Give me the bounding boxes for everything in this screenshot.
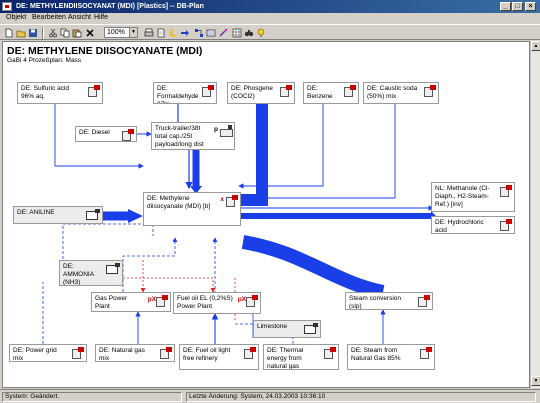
- process-icon: [324, 347, 336, 359]
- flow-steam-to-mdi: [241, 235, 385, 299]
- process-diesel[interactable]: DE: Diesel: [75, 126, 137, 142]
- process-sulfuric-acid[interactable]: DE: Sulfuric acid 96% aq.: [17, 82, 103, 104]
- process-icon: [226, 195, 238, 207]
- wand-icon[interactable]: [218, 28, 228, 38]
- maximize-button[interactable]: □: [512, 2, 523, 11]
- menu-hilfe[interactable]: Hilfe: [94, 14, 108, 21]
- status-message: System: Geändert.: [2, 392, 182, 402]
- menu-ansicht[interactable]: Ansicht: [68, 14, 91, 21]
- process-flags: x: [220, 196, 224, 203]
- delete-icon[interactable]: [85, 28, 95, 38]
- zoom-value: 100%: [107, 29, 125, 36]
- plan-canvas[interactable]: DE: METHYLENE DIISOCYANATE (MDI) GaBi 4 …: [2, 41, 530, 388]
- save-icon[interactable]: [28, 28, 38, 38]
- paste-icon[interactable]: [72, 28, 82, 38]
- process-icon: [424, 85, 436, 97]
- link-red-2: [123, 277, 216, 293]
- scroll-down-icon[interactable]: ▼: [531, 376, 540, 386]
- menu-bar: Objekt Bearbeiten Ansicht Hilfe: [0, 13, 540, 24]
- process-icon: [72, 347, 84, 359]
- menu-bearbeiten[interactable]: Bearbeiten: [32, 14, 66, 21]
- cut-icon[interactable]: [48, 28, 58, 38]
- page-subtitle: GaBi 4 Prozeßplan: Mass: [7, 57, 82, 64]
- process-label: DE: Steam from Natural Gas 85%: [351, 347, 401, 362]
- truck-icon: [220, 125, 233, 137]
- moon-icon[interactable]: [168, 28, 178, 38]
- close-button[interactable]: ×: [525, 2, 536, 11]
- grid-icon[interactable]: [232, 28, 242, 38]
- process-thermal-energy[interactable]: DE: Thermal energy from natural gas: [263, 344, 339, 370]
- link-gas-power-to-mdi: [122, 237, 178, 297]
- process-formaldehyde[interactable]: DE: Formaldehyde 37%: [153, 82, 217, 104]
- process-natural-gas-mix[interactable]: DE: Natural gas mix: [95, 344, 175, 362]
- process-hydrochloric-acid[interactable]: DE: Hydrochloric acid: [431, 216, 515, 234]
- process-methanol[interactable]: NL: Methanole (Cl-Diaph., H2-Steam-Ref.)…: [431, 182, 515, 212]
- status-last-change: Letzte Änderung: System, 24.03.2003 10:3…: [186, 392, 536, 402]
- process-flags: pX: [147, 296, 156, 303]
- copy-icon[interactable]: [60, 28, 70, 38]
- process-power-grid-mix[interactable]: DE: Power grid mix: [9, 344, 87, 362]
- process-mdi[interactable]: DE: Methylene diisocyanate (MDI) [b] x: [143, 192, 241, 226]
- process-aniline[interactable]: DE: ANILINE: [13, 206, 103, 224]
- process-icon: [244, 347, 256, 359]
- process-icon: [160, 347, 172, 359]
- process-truck-trailer[interactable]: Truck-trailer/38t total cap./25t payload…: [151, 122, 235, 150]
- process-fuel-oil-power-plant[interactable]: Fuel oil EL (0,2%S) Power Plant pX: [173, 292, 261, 314]
- process-icon: [122, 129, 134, 141]
- scroll-up-icon[interactable]: ▲: [531, 41, 540, 51]
- process-gas-power-plant[interactable]: Gas Power Plant pX: [91, 292, 171, 312]
- flag-icon: [106, 263, 120, 274]
- status-bar: System: Geändert. Letzte Änderung: Syste…: [0, 389, 540, 403]
- process-flags: pX: [237, 296, 246, 303]
- app-icon[interactable]: [2, 2, 12, 11]
- print-icon[interactable]: [144, 28, 154, 38]
- process-limestone[interactable]: Limestone: [253, 320, 321, 338]
- process-phosgene[interactable]: DE: Phosgene (COCl2): [227, 82, 295, 104]
- balance-icon[interactable]: [206, 28, 216, 38]
- process-icon: [344, 85, 356, 97]
- process-flags: p: [214, 126, 218, 133]
- document-icon[interactable]: [156, 28, 166, 38]
- page-title: DE: METHYLENE DIISOCYANATE (MDI): [7, 45, 203, 57]
- binoculars-icon[interactable]: [244, 28, 254, 38]
- process-steam-conversion[interactable]: Steam conversion (slp): [345, 292, 433, 310]
- process-icon: [88, 85, 100, 97]
- process-icon: [418, 295, 430, 307]
- flag-icon: [304, 323, 318, 334]
- chevron-down-icon[interactable]: ▼: [129, 28, 137, 37]
- minimize-button[interactable]: _: [500, 2, 511, 11]
- process-icon: [202, 85, 214, 97]
- flow-benzene-to-mdi: [238, 104, 324, 189]
- open-folder-icon[interactable]: [16, 28, 26, 38]
- menu-objekt[interactable]: Objekt: [6, 14, 26, 21]
- flag-icon: [86, 209, 100, 220]
- process-label: Steam conversion (slp): [349, 295, 402, 310]
- process-fuel-oil-light[interactable]: DE: Fuel oil light free refinery: [179, 344, 259, 370]
- process-icon: [246, 295, 258, 307]
- process-icon: [500, 185, 512, 197]
- new-file-icon[interactable]: [4, 28, 14, 38]
- window-title: DE: METHYLENDIISOCYANAT (MDI) [Plastics]…: [16, 3, 204, 10]
- process-icon: [500, 219, 512, 231]
- zoom-select[interactable]: 100% ▼: [104, 27, 138, 38]
- process-ammonia[interactable]: DE: AMMONIA (NH3): [59, 260, 123, 286]
- process-icon: [156, 295, 168, 307]
- toolbar-separator: [42, 27, 44, 39]
- process-steam-natural-gas[interactable]: DE: Steam from Natural Gas 85%: [347, 344, 435, 370]
- process-benzene[interactable]: DE: Benzene: [303, 82, 359, 104]
- vertical-scrollbar[interactable]: ▲ ▼: [530, 41, 540, 388]
- process-icon: [280, 85, 292, 97]
- bulb-icon[interactable]: [256, 28, 266, 38]
- toolbar: 100% ▼: [0, 24, 540, 40]
- flow-icon[interactable]: [180, 28, 190, 38]
- process-icon: [420, 347, 432, 359]
- title-bar: DE: METHYLENDIISOCYANAT (MDI) [Plastics]…: [0, 0, 540, 13]
- plan-icon[interactable]: [194, 28, 204, 38]
- process-caustic-soda[interactable]: DE: Caustic soda (50%) mix: [363, 82, 439, 104]
